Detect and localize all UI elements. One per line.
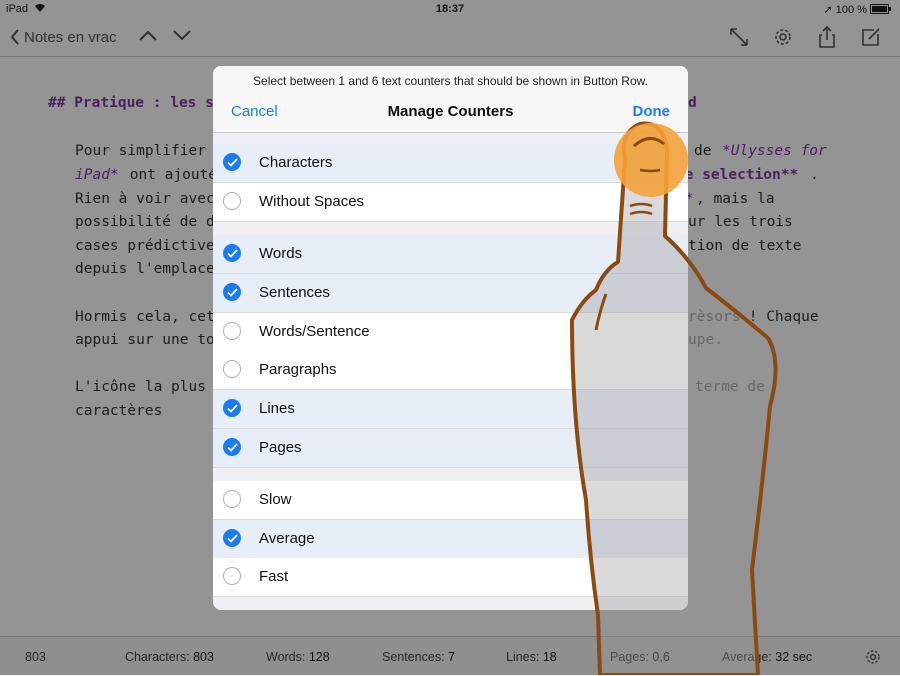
pointing-hand-illustration <box>570 121 778 675</box>
